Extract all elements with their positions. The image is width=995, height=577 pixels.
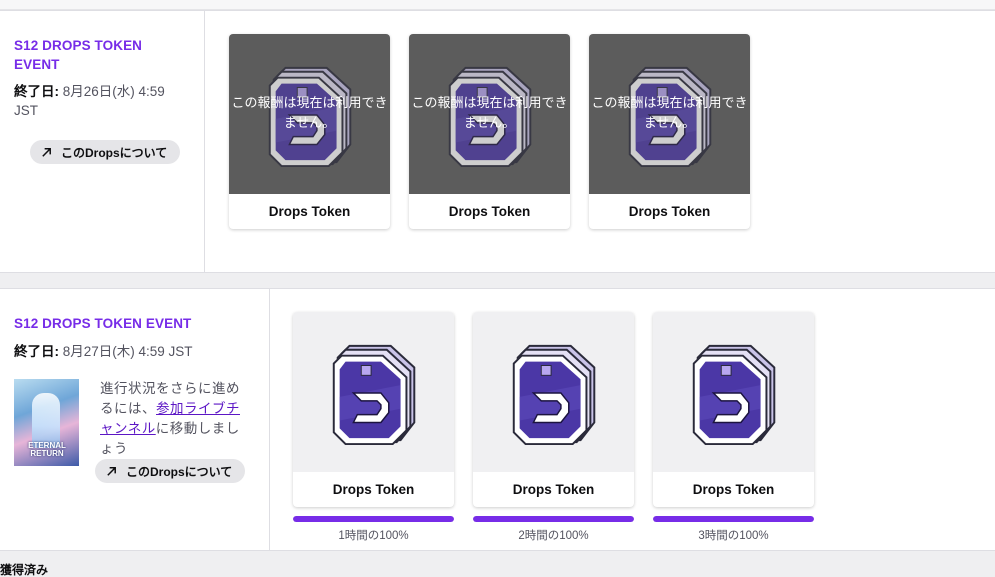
claimed-section-heading: 獲得済み [0,563,49,577]
about-drops-button[interactable]: このDropsについて [95,459,245,483]
campaign-info: S12 DROPS TOKEN EVENT 終了日: 8月26日(水) 4:59… [0,11,205,272]
drops-token-icon [512,344,596,446]
end-date-value: 8月27日(木) 4:59 JST [62,344,193,359]
about-drops-button[interactable]: このDropsについて [30,140,180,164]
reward-name: Drops Token [512,482,595,497]
campaign-title: S12 DROPS TOKEN EVENT [14,38,143,72]
reward-name: Drops Token [332,482,415,497]
game-cover-image[interactable]: ETERNAL RETURN [14,379,79,466]
progress-bar [473,516,634,522]
progress-fill [473,516,634,522]
reward-art: この報酬は現在は利用できません。 [229,34,390,194]
progress-note: 進行状況をさらに進めるには、参加ライブチャンネルに移動しましょう [100,379,250,459]
campaign-card: S12 DROPS TOKEN EVENT 終了日: 8月26日(水) 4:59… [0,10,995,273]
cover-character [32,393,60,448]
unavailable-message: この報酬は現在は利用できません。 [231,95,388,130]
arrow-up-right-icon [107,466,116,476]
reward-name: Drops Token [448,204,531,219]
progress-text: 2時間の100% [518,530,589,542]
reward-art: この報酬は現在は利用できません。 [409,34,570,194]
drops-token-icon [692,344,776,446]
progress-fill [293,516,454,522]
reward-art [653,312,814,472]
campaign-title: S12 DROPS TOKEN EVENT [14,316,192,331]
reward-card: この報酬は現在は利用できません。 Drops Token [589,34,750,229]
game-cover-logo: ETERNAL RETURN [28,441,66,458]
campaign-info: S12 DROPS TOKEN EVENT 終了日: 8月27日(木) 4:59… [0,289,270,550]
reward-card: この報酬は現在は利用できません。 Drops Token [229,34,390,229]
campaign-card: S12 DROPS TOKEN EVENT 終了日: 8月27日(木) 4:59… [0,288,995,551]
reward-card: Drops Token [293,312,454,507]
unavailable-message: この報酬は現在は利用できません。 [591,95,748,130]
end-date: 終了日: 8月27日(木) 4:59 JST [14,342,254,361]
unavailable-message: この報酬は現在は利用できません。 [411,95,568,130]
progress-text: 1時間の100% [338,530,409,542]
reward-name: Drops Token [268,204,351,219]
drops-token-icon [332,344,416,446]
arrow-up-right-icon [42,147,51,157]
reward-art [473,312,634,472]
progress-bar [653,516,814,522]
top-strip [0,0,995,10]
reward-art: この報酬は現在は利用できません。 [589,34,750,194]
end-date-label: 終了日: [14,84,59,99]
about-drops-label: このDropsについて [126,464,233,479]
end-date: 終了日: 8月26日(水) 4:59 JST [14,82,189,120]
reward-name: Drops Token [628,204,711,219]
progress-bar [293,516,454,522]
reward-card: この報酬は現在は利用できません。 Drops Token [409,34,570,229]
reward-art [293,312,454,472]
progress-text: 3時間の100% [698,530,769,542]
reward-card: Drops Token [653,312,814,507]
progress-fill [653,516,814,522]
end-date-label: 終了日: [14,344,59,359]
about-drops-label: このDropsについて [61,145,168,160]
reward-name: Drops Token [692,482,775,497]
reward-card: Drops Token [473,312,634,507]
